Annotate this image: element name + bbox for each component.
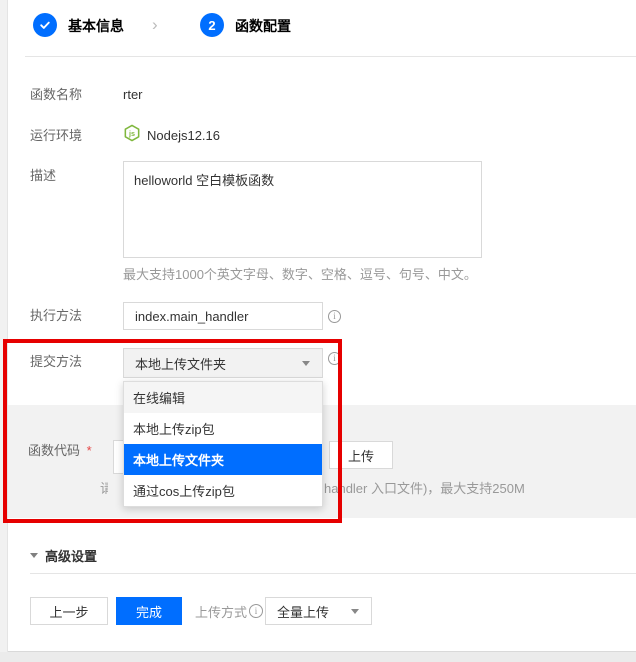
description-label: 描述	[30, 168, 56, 184]
chevron-down-icon	[351, 609, 359, 614]
upload-mode-info-icon[interactable]	[249, 604, 263, 618]
function-code-hint-prefix: 请	[100, 481, 108, 497]
step1-done-badge	[33, 13, 57, 37]
upload-button[interactable]: 上传	[329, 441, 393, 469]
left-gutter	[0, 0, 8, 652]
function-name-value: rter	[123, 87, 143, 103]
description-textarea[interactable]: helloworld 空白模板函数	[123, 161, 482, 258]
submit-method-value: 本地上传文件夹	[135, 354, 226, 373]
handler-input[interactable]: index.main_handler	[123, 302, 323, 330]
dropdown-option-online-edit[interactable]: 在线编辑	[124, 382, 322, 413]
required-asterisk: *	[87, 443, 92, 458]
previous-step-button[interactable]: 上一步	[30, 597, 108, 625]
upload-mode-label: 上传方式	[195, 602, 247, 621]
advanced-settings-label: 高级设置	[45, 546, 97, 565]
submit-method-info-icon[interactable]	[328, 352, 341, 365]
handler-label: 执行方法	[30, 308, 82, 324]
advanced-settings-toggle[interactable]: 高级设置	[30, 546, 97, 565]
step2-number-badge: 2	[200, 13, 224, 37]
header-divider	[25, 56, 636, 57]
function-code-hint: handler 入口文件)，最大支持250M	[324, 481, 525, 497]
submit-method-select[interactable]: 本地上传文件夹	[123, 348, 323, 378]
function-code-label: 函数代码 *	[28, 443, 92, 459]
finish-button[interactable]: 完成	[116, 597, 182, 625]
description-hint: 最大支持1000个英文字母、数字、空格、逗号、句号、中文。	[123, 267, 477, 283]
submit-method-dropdown: 在线编辑 本地上传zip包 本地上传文件夹 通过cos上传zip包	[123, 381, 323, 507]
function-config-page: 基本信息 › 2 函数配置 函数名称 rter 运行环境 js Nodejs12…	[0, 0, 636, 662]
check-icon	[38, 18, 52, 32]
handler-value: index.main_handler	[135, 309, 248, 324]
dropdown-option-local-folder[interactable]: 本地上传文件夹	[124, 444, 322, 475]
upload-mode-select[interactable]: 全量上传	[265, 597, 372, 625]
svg-text:js: js	[128, 129, 135, 138]
triangle-down-icon	[30, 553, 38, 558]
step2-label: 函数配置	[235, 17, 291, 35]
step1-label[interactable]: 基本信息	[68, 17, 124, 35]
footer-divider	[30, 573, 636, 574]
upload-mode-group: 上传方式	[195, 597, 263, 625]
nodejs-icon: js	[123, 124, 141, 142]
step-chevron-icon: ›	[152, 16, 158, 34]
dropdown-option-local-zip[interactable]: 本地上传zip包	[124, 413, 322, 444]
runtime-value: Nodejs12.16	[147, 128, 220, 144]
submit-method-label: 提交方法	[30, 354, 82, 370]
chevron-down-icon	[302, 361, 310, 366]
function-name-label: 函数名称	[30, 87, 82, 103]
runtime-label: 运行环境	[30, 128, 82, 144]
handler-info-icon[interactable]	[328, 310, 341, 323]
function-code-label-text: 函数代码	[28, 443, 80, 458]
upload-mode-value: 全量上传	[277, 602, 329, 621]
dropdown-option-cos-zip[interactable]: 通过cos上传zip包	[124, 475, 322, 506]
